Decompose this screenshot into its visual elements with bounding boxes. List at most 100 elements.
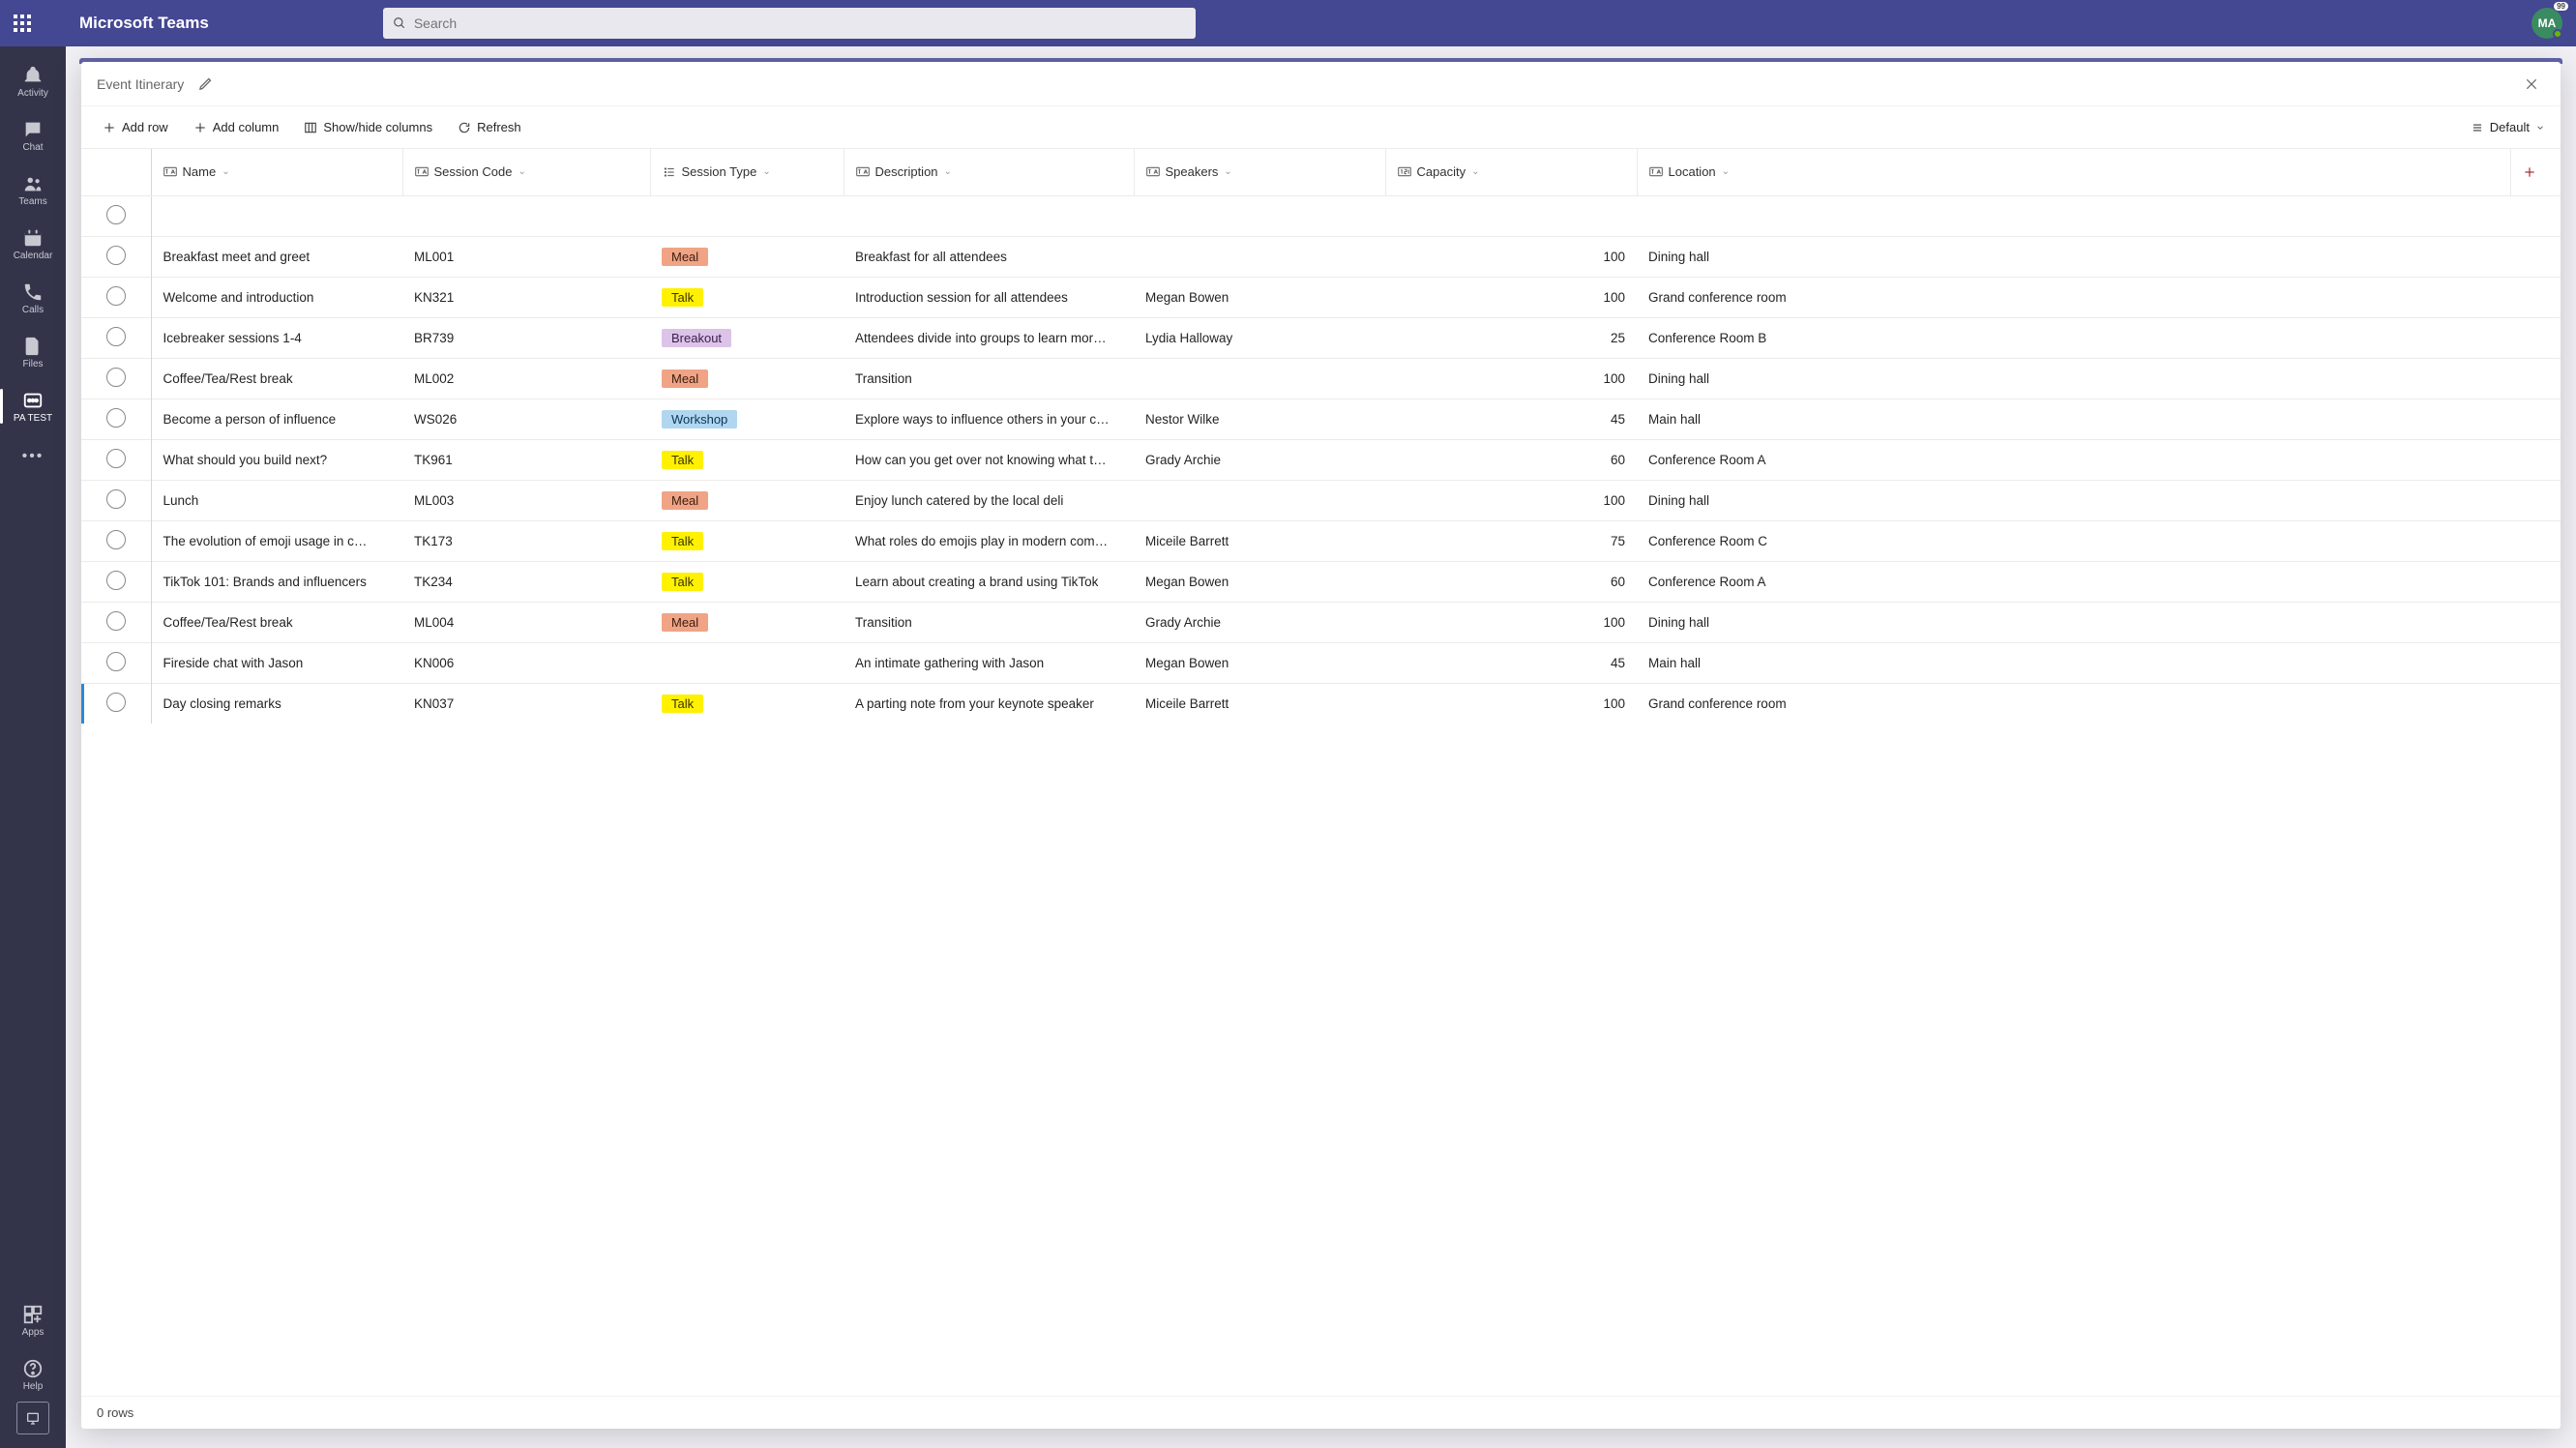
rail-files[interactable]: Files xyxy=(0,325,66,379)
row-select-cell[interactable] xyxy=(81,277,151,317)
table-row[interactable]: Fireside chat with Jason KN006 An intima… xyxy=(81,642,2561,683)
cell-type[interactable]: Talk xyxy=(650,277,844,317)
cell-speakers[interactable]: Miceile Barrett xyxy=(1134,520,1385,561)
cell-location[interactable]: Dining hall xyxy=(1637,358,2510,399)
col-location-header[interactable]: Location⌄ xyxy=(1637,149,2510,195)
cell-location[interactable]: Main hall xyxy=(1637,642,2510,683)
row-radio[interactable] xyxy=(106,368,126,387)
app-launcher-icon[interactable] xyxy=(14,15,31,32)
row-select-cell[interactable] xyxy=(81,358,151,399)
row-select-cell[interactable] xyxy=(81,236,151,277)
download-app-button[interactable] xyxy=(16,1402,49,1434)
add-column-button[interactable]: Add column xyxy=(188,116,285,138)
cell-name[interactable]: Become a person of influence xyxy=(151,399,402,439)
refresh-button[interactable]: Refresh xyxy=(452,116,527,138)
rail-teams[interactable]: Teams xyxy=(0,163,66,217)
cell-code[interactable]: KN321 xyxy=(402,277,650,317)
cell-speakers[interactable]: Megan Bowen xyxy=(1134,277,1385,317)
row-select-cell[interactable] xyxy=(81,317,151,358)
col-capacity-header[interactable]: Capacity⌄ xyxy=(1385,149,1637,195)
row-radio[interactable] xyxy=(106,286,126,306)
search-box[interactable] xyxy=(383,8,1196,39)
col-desc-header[interactable]: Description⌄ xyxy=(844,149,1134,195)
cell-capacity[interactable]: 100 xyxy=(1385,358,1637,399)
row-radio[interactable] xyxy=(106,327,126,346)
cell-code[interactable]: TK173 xyxy=(402,520,650,561)
cell-location[interactable]: Conference Room B xyxy=(1637,317,2510,358)
cell-name[interactable]: Coffee/Tea/Rest break xyxy=(151,602,402,642)
cell-speakers[interactable]: Megan Bowen xyxy=(1134,561,1385,602)
cell-desc[interactable]: Transition xyxy=(844,602,1134,642)
col-type-header[interactable]: Session Type⌄ xyxy=(650,149,844,195)
cell-location[interactable]: Dining hall xyxy=(1637,236,2510,277)
cell-speakers[interactable] xyxy=(1134,236,1385,277)
select-all-header[interactable] xyxy=(81,149,151,195)
search-input[interactable] xyxy=(414,15,1186,31)
cell-name[interactable]: Lunch xyxy=(151,480,402,520)
cell-type[interactable]: Talk xyxy=(650,520,844,561)
cell-capacity[interactable]: 100 xyxy=(1385,277,1637,317)
cell-capacity[interactable]: 100 xyxy=(1385,236,1637,277)
rail-calendar[interactable]: Calendar xyxy=(0,217,66,271)
cell-name[interactable]: The evolution of emoji usage in c… xyxy=(151,520,402,561)
row-select-cell[interactable] xyxy=(81,480,151,520)
cell-code[interactable]: TK234 xyxy=(402,561,650,602)
cell-speakers[interactable]: Grady Archie xyxy=(1134,602,1385,642)
cell-desc[interactable]: A parting note from your keynote speaker xyxy=(844,683,1134,724)
row-select-cell[interactable] xyxy=(81,520,151,561)
profile-avatar[interactable]: MA 99 xyxy=(2532,8,2562,39)
table-row[interactable]: Become a person of influence WS026 Works… xyxy=(81,399,2561,439)
table-row[interactable]: Day closing remarks KN037 Talk A parting… xyxy=(81,683,2561,724)
cell-capacity[interactable]: 75 xyxy=(1385,520,1637,561)
cell-speakers[interactable]: Miceile Barrett xyxy=(1134,683,1385,724)
cell-type[interactable]: Meal xyxy=(650,236,844,277)
row-radio[interactable] xyxy=(106,408,126,428)
cell-location[interactable]: Dining hall xyxy=(1637,480,2510,520)
add-row-button[interactable]: Add row xyxy=(97,116,174,138)
cell-name[interactable]: Breakfast meet and greet xyxy=(151,236,402,277)
row-radio[interactable] xyxy=(106,449,126,468)
cell-speakers[interactable] xyxy=(1134,480,1385,520)
rail-more[interactable]: ••• xyxy=(22,433,44,480)
col-name-header[interactable]: Name⌄ xyxy=(151,149,402,195)
table-row[interactable]: What should you build next? TK961 Talk H… xyxy=(81,439,2561,480)
cell-code[interactable]: ML003 xyxy=(402,480,650,520)
cell-name[interactable]: TikTok 101: Brands and influencers xyxy=(151,561,402,602)
cell-desc[interactable]: Transition xyxy=(844,358,1134,399)
cell-code[interactable]: KN006 xyxy=(402,642,650,683)
cell-location[interactable]: Grand conference room xyxy=(1637,683,2510,724)
cell-location[interactable]: Grand conference room xyxy=(1637,277,2510,317)
cell-type[interactable]: Meal xyxy=(650,358,844,399)
row-radio[interactable] xyxy=(106,246,126,265)
row-radio[interactable] xyxy=(106,530,126,549)
cell-type[interactable]: Talk xyxy=(650,439,844,480)
cell-desc[interactable]: Enjoy lunch catered by the local deli xyxy=(844,480,1134,520)
col-speakers-header[interactable]: Speakers⌄ xyxy=(1134,149,1385,195)
rail-help[interactable]: Help xyxy=(0,1347,66,1402)
cell-type[interactable]: Talk xyxy=(650,561,844,602)
cell-capacity[interactable]: 45 xyxy=(1385,642,1637,683)
cell-name[interactable]: Welcome and introduction xyxy=(151,277,402,317)
cell-desc[interactable]: An intimate gathering with Jason xyxy=(844,642,1134,683)
cell-type[interactable] xyxy=(650,642,844,683)
table-row[interactable]: Welcome and introduction KN321 Talk Intr… xyxy=(81,277,2561,317)
table-row[interactable]: Coffee/Tea/Rest break ML002 Meal Transit… xyxy=(81,358,2561,399)
cell-location[interactable]: Dining hall xyxy=(1637,602,2510,642)
show-hide-columns-button[interactable]: Show/hide columns xyxy=(298,116,438,138)
row-select-cell[interactable] xyxy=(81,602,151,642)
cell-capacity[interactable]: 25 xyxy=(1385,317,1637,358)
rail-chat[interactable]: Chat xyxy=(0,108,66,163)
rail-apps[interactable]: Apps xyxy=(0,1293,66,1347)
cell-code[interactable]: ML004 xyxy=(402,602,650,642)
cell-speakers[interactable]: Grady Archie xyxy=(1134,439,1385,480)
cell-desc[interactable]: Explore ways to influence others in your… xyxy=(844,399,1134,439)
cell-type[interactable]: Meal xyxy=(650,602,844,642)
col-code-header[interactable]: Session Code⌄ xyxy=(402,149,650,195)
cell-code[interactable]: WS026 xyxy=(402,399,650,439)
cell-desc[interactable]: How can you get over not knowing what t… xyxy=(844,439,1134,480)
row-select-cell[interactable] xyxy=(81,683,151,724)
cell-speakers[interactable]: Nestor Wilke xyxy=(1134,399,1385,439)
cell-capacity[interactable]: 45 xyxy=(1385,399,1637,439)
cell-desc[interactable]: Learn about creating a brand using TikTo… xyxy=(844,561,1134,602)
layout-selector[interactable]: Default xyxy=(2471,120,2545,134)
